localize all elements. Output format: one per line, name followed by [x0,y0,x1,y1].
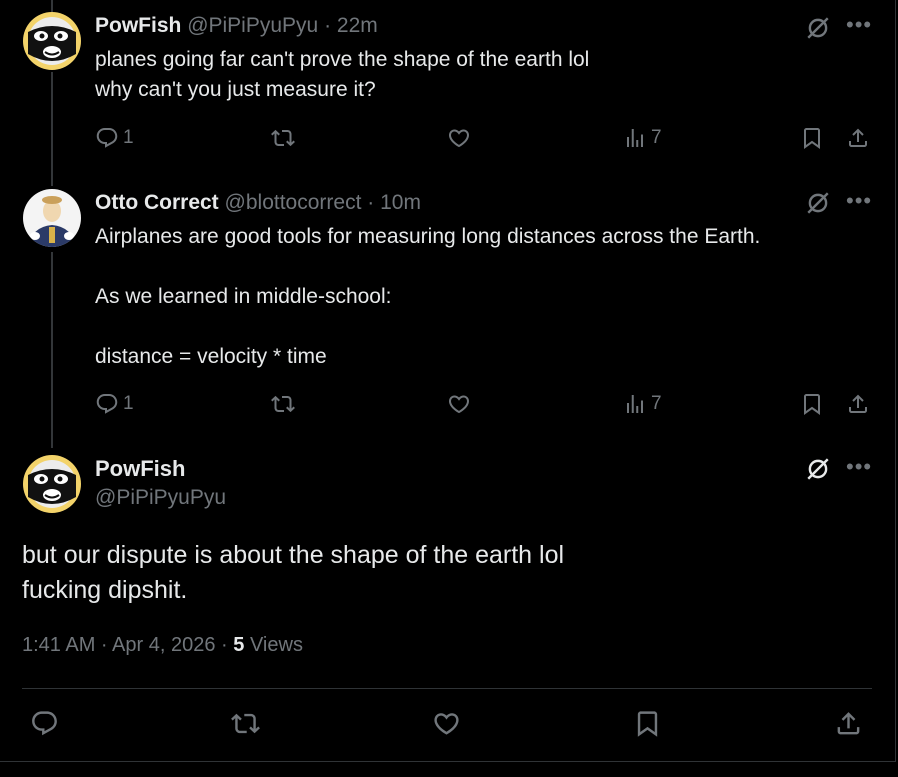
view-count: 7 [651,127,662,148]
retweet-icon [271,392,295,416]
post-header: Otto Correct @blottocorrect · 10m [95,190,421,216]
post-text-line [95,312,760,342]
views-button[interactable]: 7 [623,389,662,419]
views-count[interactable]: 5 [233,634,244,656]
share-icon [846,126,870,150]
retweet-icon [271,126,295,150]
post-text-line: distance = velocity * time [95,345,327,368]
bookmark-icon [633,709,662,738]
display-name[interactable]: Otto Correct [95,191,219,214]
post-time[interactable]: 22m [337,14,378,37]
share-icon [846,392,870,416]
reply-count: 1 [123,127,134,148]
post-text: Airplanes are good tools for measuring l… [95,222,760,372]
retweet-button[interactable] [271,123,295,153]
post-text: planes going far can't prove the shape o… [95,45,589,105]
post-meta: 1:41 AM · Apr 4, 2026 · 5 Views [22,634,303,657]
reply-button[interactable]: 1 [95,123,134,153]
conversation-thread: PowFish @PiPiPyuPyu · 22m ••• planes goi… [0,0,896,762]
post-text-line: but our dispute is about the shape of th… [22,541,565,569]
post-text-line [95,252,760,282]
reply-icon [95,126,119,150]
post-time[interactable]: 10m [380,191,421,214]
avatar-image [23,455,81,513]
reply-icon [30,709,59,738]
separator: · [324,14,332,37]
post-text-line: planes going far can't prove the shape o… [95,48,590,71]
like-button[interactable] [447,123,471,153]
avatar[interactable] [23,455,81,513]
action-bar: 1 7 [95,389,875,419]
display-name[interactable]: PowFish [95,14,181,37]
bookmark-button[interactable] [800,389,824,419]
grok-icon[interactable] [805,456,831,487]
share-button[interactable] [846,389,870,419]
separator: · [367,191,375,214]
separator: · [221,634,228,656]
more-icon[interactable]: ••• [846,190,872,212]
like-button[interactable] [447,389,471,419]
view-count: 7 [651,393,662,414]
retweet-icon [231,709,260,738]
avatar[interactable] [23,189,81,247]
post-timestamp[interactable]: 1:41 AM · Apr 4, 2026 [22,634,215,656]
thread-line-2 [51,252,53,448]
grok-icon[interactable] [805,190,831,221]
bookmark-button[interactable] [633,708,662,738]
thread-line-1 [51,72,53,186]
post-text-line: why can't you just measure it? [95,78,376,101]
views-icon [623,392,647,416]
share-button[interactable] [834,708,863,738]
avatar[interactable] [23,12,81,70]
post-text-line: As we learned in middle-school: [95,285,392,308]
views-icon [623,126,647,150]
action-bar: 1 7 [95,123,875,153]
views-button[interactable]: 7 [623,123,662,153]
like-icon [432,709,461,738]
divider [22,688,872,689]
avatar-image [23,189,81,247]
display-name[interactable]: PowFish [95,456,185,482]
like-icon [447,126,471,150]
bookmark-icon [800,126,824,150]
more-icon[interactable]: ••• [846,14,872,36]
bookmark-button[interactable] [800,123,824,153]
retweet-button[interactable] [271,389,295,419]
avatar-image [23,12,81,70]
handle[interactable]: @PiPiPyuPyu [95,486,226,510]
post-text-line: fucking dipshit. [22,576,188,604]
reply-button[interactable] [30,708,59,738]
thread-line-top [51,0,53,12]
handle[interactable]: @blottocorrect [225,191,362,214]
post-text: but our dispute is about the shape of th… [22,538,564,608]
like-button[interactable] [432,708,461,738]
grok-icon[interactable] [805,15,831,46]
reply-count: 1 [123,393,134,414]
retweet-button[interactable] [231,708,260,738]
post-text-line: Airplanes are good tools for measuring l… [95,225,761,248]
main-action-bar [22,708,872,742]
more-icon[interactable]: ••• [846,456,872,478]
post-header: PowFish @PiPiPyuPyu · 22m [95,13,378,39]
reply-icon [95,392,119,416]
share-button[interactable] [846,123,870,153]
views-label[interactable]: Views [250,634,303,656]
reply-button[interactable]: 1 [95,389,134,419]
handle[interactable]: @PiPiPyuPyu [187,14,318,37]
like-icon [447,392,471,416]
bookmark-icon [800,392,824,416]
share-icon [834,709,863,738]
